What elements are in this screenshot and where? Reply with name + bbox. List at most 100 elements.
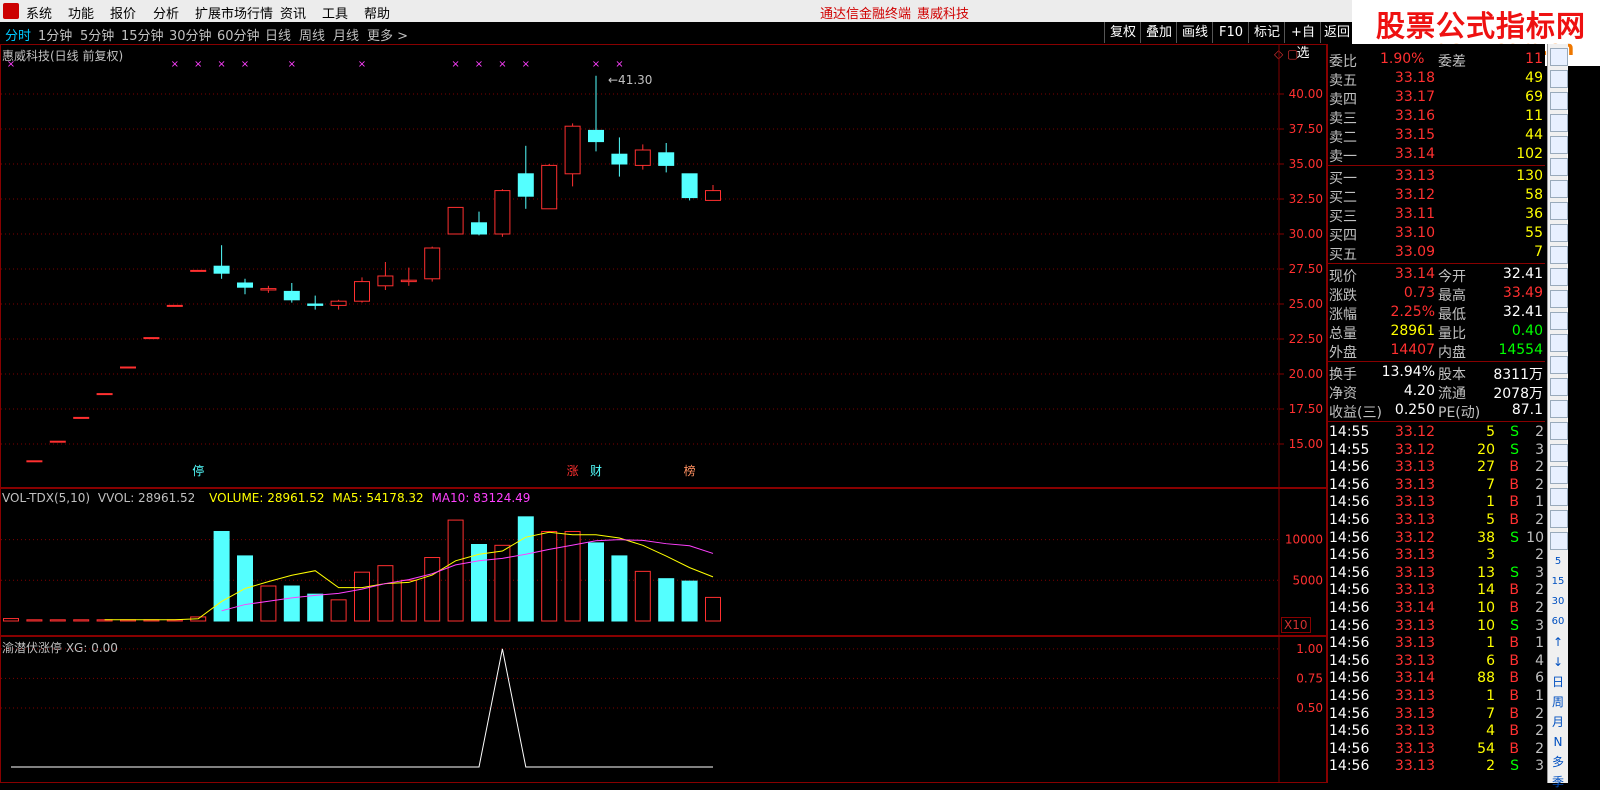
tick-count: 3: [1535, 564, 1544, 581]
sidebar-period-button[interactable]: ↑: [1550, 634, 1566, 650]
period-monthly[interactable]: 月线: [333, 25, 359, 44]
menu-function[interactable]: 功能: [68, 3, 94, 22]
button-mark[interactable]: 标记: [1248, 22, 1285, 43]
tick-count: 3: [1535, 441, 1544, 458]
sidebar-period-button[interactable]: 30: [1550, 594, 1566, 610]
tick-side: S: [1510, 441, 1519, 458]
sidebar-tool-icon[interactable]: [1550, 114, 1568, 132]
tick-price: 33.13: [1394, 459, 1435, 476]
button-f10[interactable]: F10: [1212, 22, 1249, 43]
tick-side: B: [1509, 740, 1519, 757]
xg-tick-label: 1.00: [1296, 642, 1323, 656]
sidebar-period-button[interactable]: 15: [1550, 574, 1566, 590]
fund-value: 13.94%: [1381, 364, 1435, 380]
candle-body: [166, 304, 183, 307]
tick-volume: 3: [1486, 547, 1495, 564]
menu-quote[interactable]: 报价: [110, 3, 136, 22]
ask-price: 33.18: [1394, 70, 1435, 86]
sidebar-tool-icon[interactable]: [1550, 488, 1568, 506]
sidebar-tool-icon[interactable]: [1550, 312, 1568, 330]
menu-system[interactable]: 系统: [26, 3, 52, 22]
sidebar-tool-icon[interactable]: [1550, 466, 1568, 484]
tick-price: 33.13: [1394, 512, 1435, 528]
period-weekly[interactable]: 周线: [299, 25, 325, 44]
tick-price: 33.13: [1394, 723, 1435, 740]
period-60min[interactable]: 60分钟: [217, 25, 260, 44]
stock-title: 惠威科技: [917, 7, 970, 22]
sidebar-tool-icon[interactable]: [1550, 48, 1568, 66]
ask-price: 33.16: [1394, 108, 1435, 124]
sidebar-period-button[interactable]: 多: [1550, 754, 1566, 770]
menu-extended-market[interactable]: 扩展市场行情: [195, 3, 273, 22]
tick-time: 14:56: [1329, 512, 1370, 528]
sidebar-period-button[interactable]: 日: [1550, 674, 1566, 690]
stat-label: 涨幅: [1329, 307, 1357, 323]
order-ratio-value: 1.90%: [1380, 51, 1425, 67]
tick-time: 14:56: [1329, 494, 1370, 511]
button-add-watchlist[interactable]: +自选: [1284, 22, 1321, 61]
sidebar-tool-icon[interactable]: [1550, 268, 1568, 286]
sidebar-period-button[interactable]: 60: [1550, 614, 1566, 630]
quote-row: 卖四 33.17 69: [1328, 88, 1545, 108]
tick-price: 33.14: [1394, 600, 1435, 616]
button-back[interactable]: 返回: [1320, 22, 1353, 43]
sidebar-period-button[interactable]: 月: [1550, 714, 1566, 730]
volume-bar: [26, 619, 43, 622]
button-draw[interactable]: 画线: [1176, 22, 1213, 43]
sidebar-period-button[interactable]: 5: [1550, 554, 1566, 570]
bid-level-label: 买二: [1329, 190, 1357, 206]
sidebar-tool-icon[interactable]: [1550, 510, 1568, 528]
signal-x-marker: ×: [592, 59, 600, 70]
volume-panel[interactable]: VOL-TDX(5,10) VVOL: 28961.52 VOLUME: 289…: [0, 488, 1327, 636]
kline-panel[interactable]: 惠威科技(日线 前复权) ◇ ▢ 40.00 37.50 35.00 32.50 30.…: [0, 44, 1327, 488]
menu-help[interactable]: 帮助: [364, 3, 390, 22]
stat-label: 涨跌: [1329, 288, 1357, 304]
sidebar-tool-icon[interactable]: [1550, 158, 1568, 176]
kline-tick-label: 20.00: [1289, 367, 1323, 381]
sidebar-tool-icon[interactable]: [1550, 180, 1568, 198]
sidebar-tool-icon[interactable]: [1550, 224, 1568, 242]
sidebar-period-button[interactable]: 季: [1550, 774, 1566, 790]
sidebar-tool-icon[interactable]: [1550, 334, 1568, 352]
button-adjust[interactable]: 复权: [1104, 22, 1141, 43]
tick-time: 14:56: [1329, 670, 1370, 687]
quote-row: 14:56 33.13 1 B 1: [1328, 634, 1545, 652]
period-5min[interactable]: 5分钟: [80, 25, 114, 44]
volume-chart: 10000 5000: [1, 489, 1323, 635]
sidebar-tool-icon[interactable]: [1550, 400, 1568, 418]
sidebar-period-button[interactable]: N: [1550, 734, 1566, 750]
period-1min[interactable]: 1分钟: [38, 25, 72, 44]
sidebar-tool-icon[interactable]: [1550, 70, 1568, 88]
xg-panel[interactable]: 渝潜伏涨停 XG: 0.00 1.00 0.75 0.50: [0, 636, 1327, 783]
volume-bar: [705, 596, 721, 622]
sidebar-tool-icon[interactable]: [1550, 290, 1568, 308]
button-overlay[interactable]: 叠加: [1140, 22, 1177, 43]
sidebar-tool-icon[interactable]: [1550, 202, 1568, 220]
ask-level-label: 卖一: [1329, 149, 1357, 165]
sidebar-period-button[interactable]: ↓: [1550, 654, 1566, 670]
sidebar-tool-icon[interactable]: [1550, 378, 1568, 396]
sidebar-tool-icon[interactable]: [1550, 136, 1568, 154]
sidebar-tool-icon[interactable]: [1550, 356, 1568, 374]
period-30min[interactable]: 30分钟: [169, 25, 212, 44]
ask-level-label: 卖五: [1329, 73, 1357, 89]
ask-volume: 49: [1525, 70, 1543, 86]
menu-analysis[interactable]: 分析: [153, 3, 179, 22]
period-daily[interactable]: 日线: [265, 25, 291, 44]
sidebar-tool-icon[interactable]: [1550, 92, 1568, 110]
sidebar-tool-icon[interactable]: [1550, 422, 1568, 440]
sidebar-tool-icon[interactable]: [1550, 532, 1568, 550]
period-more[interactable]: 更多 >: [367, 25, 408, 44]
period-intraday[interactable]: 分时: [5, 25, 31, 44]
quote-row: 14:56 33.13 7 B 2: [1328, 705, 1545, 723]
menu-news[interactable]: 资讯: [280, 3, 306, 22]
sidebar-tool-icon[interactable]: [1550, 444, 1568, 462]
period-15min[interactable]: 15分钟: [121, 25, 164, 44]
stat-label: 内盘: [1438, 345, 1466, 361]
bid-price: 33.12: [1394, 187, 1435, 203]
candle-body: [49, 440, 66, 443]
sidebar-period-button[interactable]: 周: [1550, 694, 1566, 710]
menu-tools[interactable]: 工具: [322, 3, 348, 22]
candle-body: [588, 129, 604, 143]
sidebar-tool-icon[interactable]: [1550, 246, 1568, 264]
